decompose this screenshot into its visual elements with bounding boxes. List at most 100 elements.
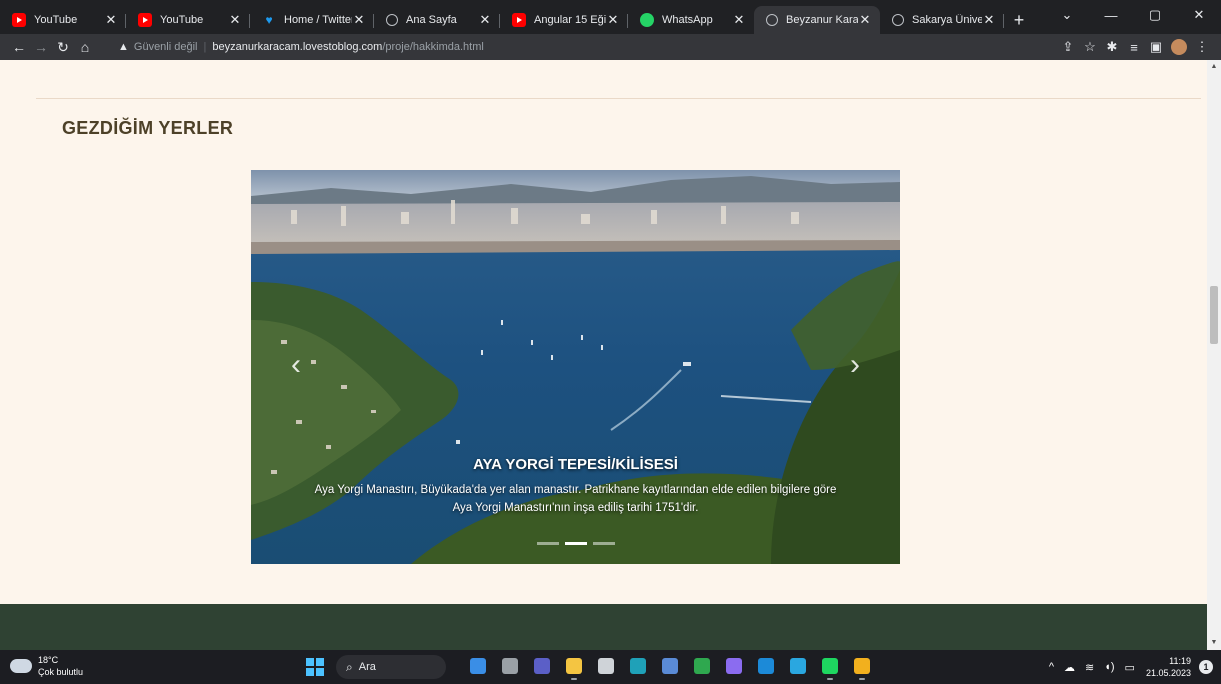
widgets-icon-glyph [470, 658, 486, 674]
tab-search-icon[interactable]: ⌄ [1045, 7, 1089, 23]
close-icon[interactable]: ✕ [732, 12, 746, 28]
tab-ana-sayfa[interactable]: Ana Sayfa ✕ [374, 6, 500, 34]
cloudy-weather-icon [10, 653, 32, 673]
cloud-sync-icon[interactable]: ☁ [1064, 661, 1075, 674]
scroll-up-icon[interactable]: ▲ [1207, 60, 1221, 74]
back-icon[interactable]: ← [8, 39, 30, 55]
tab-title: Home / Twitter [284, 14, 352, 26]
close-icon[interactable]: ✕ [606, 12, 620, 28]
places-carousel: ‹ › AYA YORGİ TEPESİ/KİLİSESİ Aya Yorgi … [251, 170, 900, 564]
carousel-indicator-active[interactable] [564, 542, 587, 545]
volume-icon[interactable]: ◖) [1104, 661, 1114, 673]
carousel-indicator[interactable] [592, 542, 615, 545]
clock[interactable]: 11:19 21.05.2023 [1146, 655, 1191, 679]
scrollbar-thumb[interactable] [1210, 286, 1218, 344]
search-label: Ara [358, 661, 376, 673]
xbox-icon-glyph [694, 658, 710, 674]
battery-icon[interactable]: ▭ [1125, 661, 1135, 674]
address-bar[interactable]: ▲ Güvenli değil | beyzanurkaracam.lovest… [118, 37, 1041, 57]
extensions-icon[interactable]: ✱ [1101, 39, 1123, 55]
spotify-icon[interactable] [820, 655, 840, 680]
close-icon[interactable]: ✕ [478, 12, 492, 28]
chrome-icon[interactable] [852, 655, 872, 680]
weather-desc: Çok bulutlu [38, 667, 84, 677]
share-icon[interactable]: ⇪ [1057, 39, 1079, 55]
copilot-icon-glyph [726, 658, 742, 674]
carousel-indicator[interactable] [536, 542, 559, 545]
widgets-icon[interactable] [468, 655, 488, 677]
tab-youtube-1[interactable]: YouTube ✕ [0, 6, 126, 34]
section-divider [36, 98, 1201, 99]
taskbar-apps [468, 655, 872, 680]
clock-date: 21.05.2023 [1145, 668, 1191, 678]
steam-icon[interactable] [660, 655, 680, 677]
tab-title: Sakarya Üniversit [912, 14, 982, 26]
xbox-icon[interactable] [692, 655, 712, 677]
tab-title: YouTube [34, 14, 78, 26]
carousel-indicators [251, 542, 900, 545]
tab-beyzanur[interactable]: Beyzanur Karaçam ✕ [754, 6, 880, 34]
tab-title: Ana Sayfa [406, 14, 457, 26]
page-scrollbar[interactable]: ▲ ▼ [1207, 60, 1221, 650]
edge-icon-glyph [630, 658, 646, 674]
tab-whatsapp[interactable]: WhatsApp ✕ [628, 6, 754, 34]
system-tray: ^ ☁ ≋ ◖) ▭ 11:19 21.05.2023 1 [1044, 650, 1213, 684]
launcher-icon[interactable] [788, 655, 808, 677]
side-panel-icon[interactable]: ▣ [1145, 39, 1167, 55]
forward-icon[interactable]: → [30, 39, 52, 55]
reload-icon[interactable]: ↻ [52, 39, 74, 56]
new-tab-button[interactable]: + [1004, 6, 1034, 34]
browser-toolbar: ← → ↻ ⌂ ▲ Güvenli değil | beyzanurkaraca… [0, 34, 1221, 60]
youtube-icon [12, 13, 26, 27]
profile-avatar[interactable] [1171, 39, 1187, 55]
tab-twitter[interactable]: ♥ Home / Twitter ✕ [250, 6, 374, 34]
weather-text: 18°C Çok bulutlu [38, 654, 83, 678]
teams-icon-glyph [534, 658, 550, 674]
mail-icon-glyph [758, 658, 774, 674]
twitter-icon: ♥ [265, 13, 273, 27]
carousel-caption: AYA YORGİ TEPESİ/KİLİSESİ Aya Yorgi Mana… [311, 456, 840, 517]
wifi-icon[interactable]: ≋ [1085, 661, 1094, 674]
globe-icon [892, 14, 904, 26]
tab-sakarya[interactable]: Sakarya Üniversit ✕ [880, 6, 1004, 34]
scroll-down-icon[interactable]: ▼ [1207, 636, 1221, 650]
globe-icon [766, 14, 778, 26]
launcher-icon-glyph [790, 658, 806, 674]
carousel-prev-button[interactable]: ‹ [291, 350, 301, 380]
clock-time: 11:19 [1169, 656, 1191, 666]
close-icon[interactable]: ✕ [228, 12, 242, 28]
minimize-icon[interactable]: — [1089, 8, 1133, 23]
carousel-next-button[interactable]: › [850, 350, 860, 380]
task-view-icon[interactable] [500, 655, 520, 677]
home-icon[interactable]: ⌂ [74, 39, 96, 55]
teams-icon[interactable] [532, 655, 552, 677]
close-icon[interactable]: ✕ [104, 12, 118, 28]
close-window-icon[interactable]: ✕ [1177, 7, 1221, 23]
windows-start-icon[interactable] [306, 658, 324, 676]
browser-tab-strip: YouTube ✕ YouTube ✕ ♥ Home / Twitter ✕ A… [0, 0, 1221, 34]
copilot-icon[interactable] [724, 655, 744, 677]
taskbar-search[interactable]: ⌕ Ara [336, 655, 446, 679]
close-icon[interactable]: ✕ [982, 12, 996, 28]
search-icon: ⌕ [346, 659, 353, 674]
reading-list-icon[interactable]: ≡ [1123, 40, 1145, 55]
chevron-up-icon[interactable]: ^ [1049, 661, 1054, 673]
tab-title: Beyzanur Karaçam [786, 14, 858, 26]
menu-icon[interactable]: ⋮ [1191, 39, 1213, 55]
edge-icon[interactable] [628, 655, 648, 677]
task-view-icon-glyph [502, 658, 518, 674]
file-explorer-icon[interactable] [564, 655, 584, 680]
store-icon[interactable] [596, 655, 616, 677]
mail-icon[interactable] [756, 655, 776, 677]
notification-badge[interactable]: 1 [1199, 660, 1213, 674]
tab-youtube-2[interactable]: YouTube ✕ [126, 6, 250, 34]
tab-angular[interactable]: Angular 15 Eğitim ✕ [500, 6, 628, 34]
warning-icon[interactable]: ▲ [118, 41, 129, 53]
bookmark-star-icon[interactable]: ☆ [1079, 39, 1101, 55]
close-icon[interactable]: ✕ [858, 12, 872, 28]
maximize-icon[interactable]: ▢ [1133, 7, 1177, 23]
taskbar: 18°C Çok bulutlu ⌕ Ara ^ ☁ ≋ ◖) ▭ 11:19 … [0, 650, 1221, 684]
weather-widget[interactable]: 18°C Çok bulutlu [10, 653, 83, 678]
close-icon[interactable]: ✕ [352, 12, 366, 28]
tab-title: Angular 15 Eğitim [534, 14, 606, 26]
